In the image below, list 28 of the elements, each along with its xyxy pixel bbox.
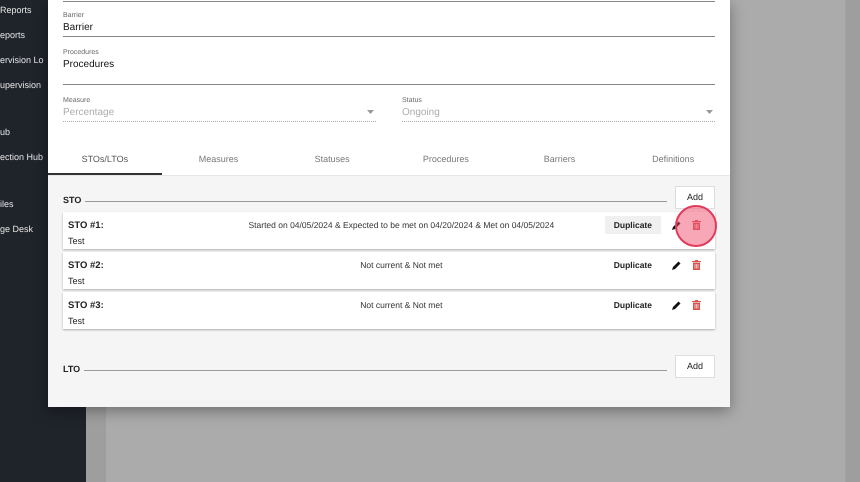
- sto-status: Not current & Not met: [359, 300, 444, 310]
- section-title: STO: [63, 194, 82, 205]
- caret-icon: [367, 110, 374, 114]
- add-button[interactable]: Add: [675, 354, 715, 378]
- trash-icon[interactable]: [692, 300, 701, 310]
- trash-icon[interactable]: [692, 260, 701, 270]
- duplicate-button[interactable]: Duplicate: [604, 216, 661, 234]
- tab[interactable]: Definitions: [616, 148, 730, 175]
- pencil-icon[interactable]: [671, 300, 682, 310]
- sto-status: Not current & Not met: [359, 260, 444, 270]
- tab[interactable]: Statuses: [275, 148, 390, 175]
- sto-description: Test: [68, 236, 86, 246]
- duplicate-button[interactable]: Duplicate: [604, 256, 661, 274]
- caret-icon: [706, 110, 713, 114]
- sto-description: Test: [68, 316, 86, 326]
- pencil-icon[interactable]: [671, 260, 682, 270]
- sto-name: STO #3:: [68, 300, 105, 310]
- section-title: LTO: [63, 363, 80, 374]
- tab[interactable]: Procedures: [389, 148, 503, 175]
- sto-description: Test: [68, 276, 86, 286]
- sto-status: Started on 04/05/2024 & Expected to be met on 04/20/2024 & Met on 04/05/2024: [247, 220, 556, 230]
- tab[interactable]: Measures: [162, 148, 276, 175]
- duplicate-button[interactable]: Duplicate: [604, 296, 661, 314]
- pencil-icon[interactable]: [671, 220, 682, 230]
- sto-name: STO #2:: [68, 260, 105, 270]
- add-button[interactable]: Add: [675, 186, 715, 208]
- sto-name: STO #1:: [68, 220, 105, 230]
- tab[interactable]: Barriers: [502, 148, 616, 175]
